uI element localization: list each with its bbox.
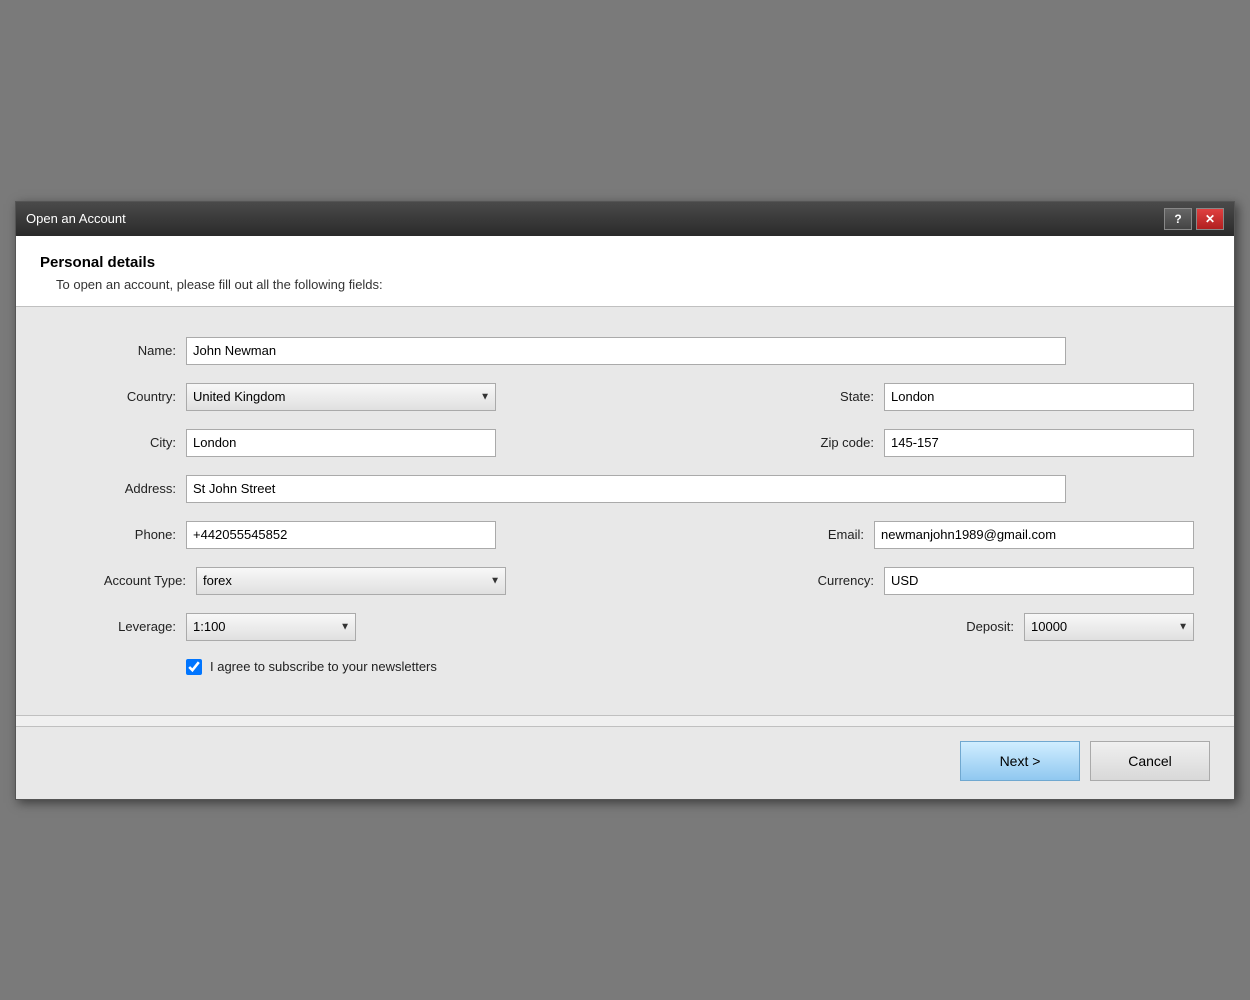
dialog-title: Open an Account bbox=[26, 211, 126, 226]
leverage-label: Leverage: bbox=[56, 619, 176, 634]
state-field: State: bbox=[754, 383, 1194, 411]
email-field: Email: bbox=[794, 521, 1194, 549]
address-label: Address: bbox=[56, 481, 176, 496]
zip-input[interactable] bbox=[884, 429, 1194, 457]
state-input[interactable] bbox=[884, 383, 1194, 411]
newsletter-row: I agree to subscribe to your newsletters bbox=[186, 659, 1194, 675]
address-input[interactable] bbox=[186, 475, 1066, 503]
name-row: Name: bbox=[56, 337, 1194, 365]
account-type-field: Account Type: forex stocks crypto ▼ bbox=[56, 567, 506, 595]
city-label: City: bbox=[56, 435, 176, 450]
city-zip-row: City: Zip code: bbox=[56, 429, 1194, 457]
city-field: City: bbox=[56, 429, 496, 457]
name-input[interactable] bbox=[186, 337, 1066, 365]
newsletter-label: I agree to subscribe to your newsletters bbox=[210, 659, 437, 674]
state-label: State: bbox=[754, 389, 874, 404]
country-field: Country: United Kingdom United States Ge… bbox=[56, 383, 496, 411]
phone-email-row: Phone: Email: bbox=[56, 521, 1194, 549]
leverage-select-wrapper: 1:10 1:50 1:100 1:200 1:500 ▼ bbox=[186, 613, 356, 641]
address-row: Address: bbox=[56, 475, 1194, 503]
account-type-select[interactable]: forex stocks crypto bbox=[196, 567, 506, 595]
currency-field: Currency: bbox=[784, 567, 1194, 595]
country-state-row: Country: United Kingdom United States Ge… bbox=[56, 383, 1194, 411]
zip-label: Zip code: bbox=[774, 435, 874, 450]
currency-input[interactable] bbox=[884, 567, 1194, 595]
account-currency-row: Account Type: forex stocks crypto ▼ Curr… bbox=[56, 567, 1194, 595]
section-title: Personal details bbox=[40, 254, 1210, 271]
newsletter-checkbox[interactable] bbox=[186, 659, 202, 675]
form-section: Name: Country: United Kingdom United Sta… bbox=[16, 307, 1234, 715]
help-button[interactable]: ? bbox=[1164, 208, 1192, 230]
deposit-select-wrapper: 1000 5000 10000 50000 ▼ bbox=[1024, 613, 1194, 641]
footer-divider bbox=[16, 715, 1234, 716]
leverage-select[interactable]: 1:10 1:50 1:100 1:200 1:500 bbox=[186, 613, 356, 641]
leverage-deposit-row: Leverage: 1:10 1:50 1:100 1:200 1:500 ▼ … bbox=[56, 613, 1194, 641]
currency-label: Currency: bbox=[784, 573, 874, 588]
section-subtitle: To open an account, please fill out all … bbox=[56, 277, 1210, 292]
dialog-container: Open an Account ? ✕ Personal details To … bbox=[15, 201, 1235, 800]
zip-field: Zip code: bbox=[774, 429, 1194, 457]
country-label: Country: bbox=[56, 389, 176, 404]
deposit-field: Deposit: 1000 5000 10000 50000 ▼ bbox=[934, 613, 1194, 641]
footer-section: Next > Cancel bbox=[16, 726, 1234, 799]
country-select[interactable]: United Kingdom United States Germany Fra… bbox=[186, 383, 496, 411]
titlebar-buttons: ? ✕ bbox=[1164, 208, 1224, 230]
phone-label: Phone: bbox=[56, 527, 176, 542]
cancel-button[interactable]: Cancel bbox=[1090, 741, 1210, 781]
phone-field: Phone: bbox=[56, 521, 496, 549]
header-section: Personal details To open an account, ple… bbox=[16, 236, 1234, 307]
account-type-select-wrapper: forex stocks crypto ▼ bbox=[196, 567, 506, 595]
deposit-label: Deposit: bbox=[934, 619, 1014, 634]
city-input[interactable] bbox=[186, 429, 496, 457]
close-button[interactable]: ✕ bbox=[1196, 208, 1224, 230]
titlebar: Open an Account ? ✕ bbox=[16, 202, 1234, 236]
leverage-field: Leverage: 1:10 1:50 1:100 1:200 1:500 ▼ bbox=[56, 613, 356, 641]
account-type-label: Account Type: bbox=[56, 573, 186, 588]
country-select-wrapper: United Kingdom United States Germany Fra… bbox=[186, 383, 496, 411]
next-button[interactable]: Next > bbox=[960, 741, 1080, 781]
email-label: Email: bbox=[794, 527, 864, 542]
deposit-select[interactable]: 1000 5000 10000 50000 bbox=[1024, 613, 1194, 641]
phone-input[interactable] bbox=[186, 521, 496, 549]
email-input[interactable] bbox=[874, 521, 1194, 549]
name-label: Name: bbox=[56, 343, 176, 358]
